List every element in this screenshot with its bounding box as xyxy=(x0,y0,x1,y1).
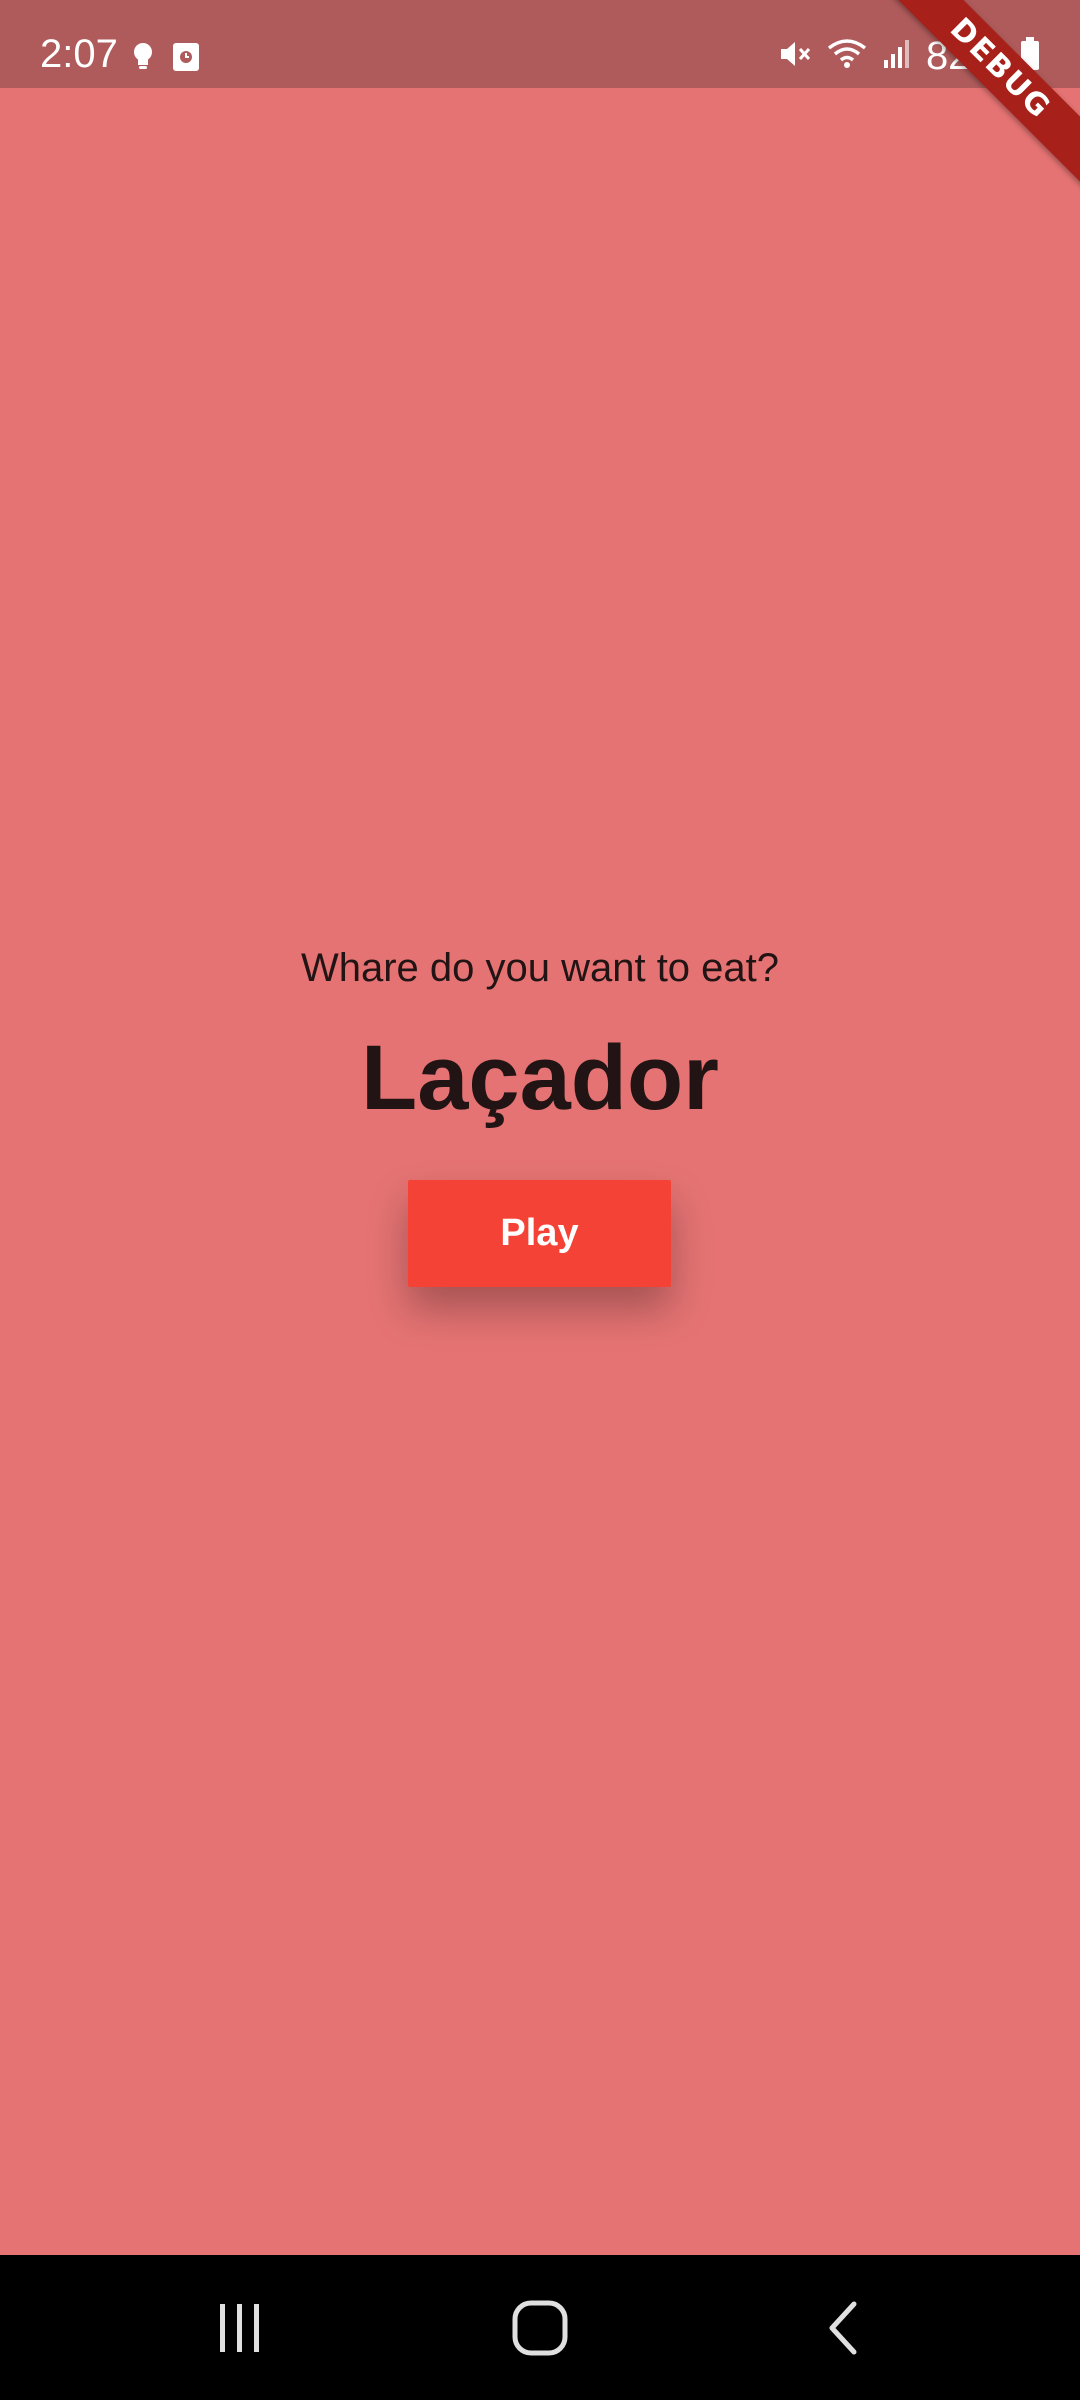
battery-icon xyxy=(1020,36,1040,76)
home-icon xyxy=(511,2299,569,2362)
food-name: Laçador xyxy=(361,1027,719,1129)
main-content: Whare do you want to eat? Laçador Play xyxy=(0,88,1080,2255)
back-icon xyxy=(824,2300,864,2361)
play-button[interactable]: Play xyxy=(408,1180,671,1287)
navigation-bar xyxy=(0,2255,1080,2400)
recent-apps-button[interactable] xyxy=(200,2295,280,2365)
battery-percent: 82% xyxy=(925,34,1006,78)
app-screen: 2:07 82% DEBUG Whare do you want to eat?… xyxy=(0,0,1080,2400)
back-button[interactable] xyxy=(804,2295,884,2365)
status-bar: 2:07 82% xyxy=(0,0,1080,88)
wifi-icon xyxy=(826,38,868,75)
signal-icon xyxy=(882,38,912,75)
home-button[interactable] xyxy=(500,2295,580,2365)
question-text: Whare do you want to eat? xyxy=(300,946,780,990)
status-right: 82% xyxy=(778,36,1040,76)
mute-icon xyxy=(778,38,812,75)
lightbulb-icon xyxy=(132,42,154,77)
calendar-icon xyxy=(172,42,200,77)
status-time: 2:07 xyxy=(40,32,118,76)
status-left-icons xyxy=(132,42,200,77)
recent-apps-icon xyxy=(215,2302,265,2359)
